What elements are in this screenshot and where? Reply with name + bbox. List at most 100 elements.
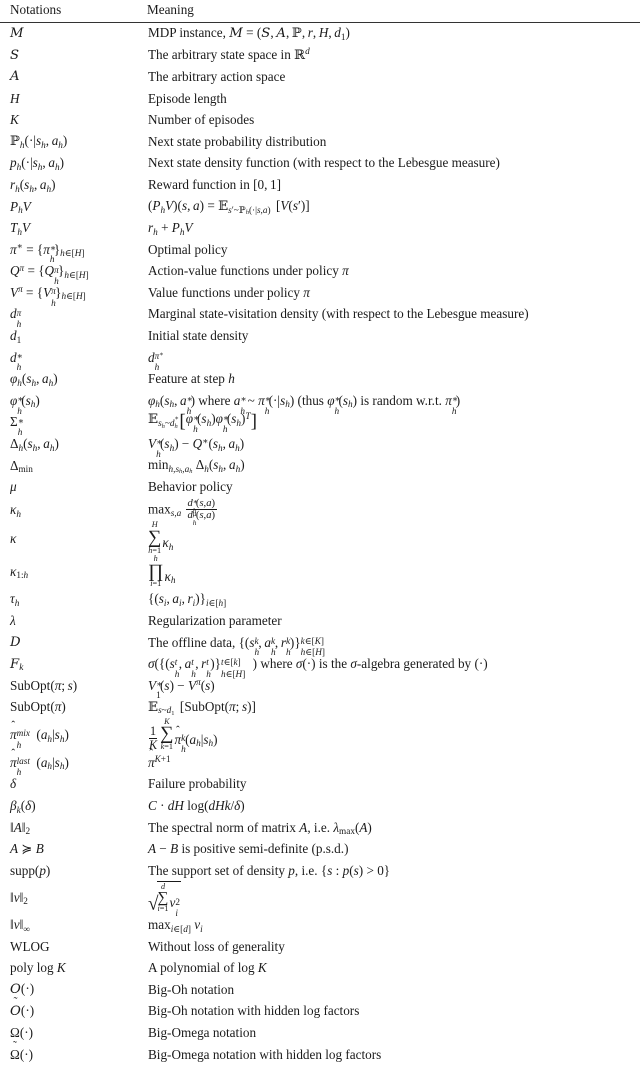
meaning-cell: The arbitrary action space xyxy=(137,66,640,88)
notation-cell: PhV xyxy=(10,198,31,216)
meaning-text: Feature at step xyxy=(148,371,225,387)
meaning-cell: Action-value functions under policy π xyxy=(148,263,349,279)
meaning-cell: {(si, ai, ri)}i∈[h] xyxy=(148,591,227,608)
meaning-cell: The support set of density p, i.e. {s : … xyxy=(148,862,391,878)
table-row: H Episode length xyxy=(0,87,640,109)
table-header-row: Notations Meaning xyxy=(0,0,640,23)
meaning-text: Marginal state-visitation density (with … xyxy=(148,306,529,322)
meaning-cell: The arbitrary state space in ℝd xyxy=(148,46,310,63)
meaning-cell: minh,sh,ah Δh(sh, ah) xyxy=(148,457,245,476)
notation-cell: Qπ = {Q π h}h∈[H] xyxy=(10,262,89,286)
table-row: dπh Marginal state-visitation density (w… xyxy=(0,303,640,330)
table-row: μ Behavior policy xyxy=(0,476,640,498)
table-row: S The arbitrary state space in ℝd xyxy=(0,44,640,66)
meaning-cell: C · dH log(dHk/δ) xyxy=(148,797,245,813)
table-row: A The arbitrary action space xyxy=(0,66,640,88)
meaning-cell: The offline data, {(s k h, akh, r k h)} k∈[K]… xyxy=(148,634,325,658)
meaning-cell: Regularization parameter xyxy=(137,610,640,632)
meaning-cell: A − B is positive semi-definite (p.s.d.) xyxy=(148,841,349,857)
meaning-text: Big-Oh notation with hidden log factors xyxy=(148,1003,360,1019)
meaning-cell: Episode length xyxy=(137,87,640,109)
meaning-cell: maxi∈[d] vi xyxy=(148,916,203,934)
notation-cell: ph(·|sh, ah) xyxy=(10,155,64,172)
notation-cell: κh xyxy=(10,501,21,519)
notation-cell: H xyxy=(10,90,20,106)
meaning-text: Initial state density xyxy=(148,328,249,344)
meaning-cell: Next state probability distribution xyxy=(137,131,640,153)
notation-cell: κ1:h xyxy=(10,563,29,581)
meaning-cell: Marginal state-visitation density (with … xyxy=(137,303,640,325)
notation-cell: K xyxy=(10,112,19,128)
table-row: ‖v‖2 √ d ∑ i=1 v 2 i xyxy=(0,881,640,919)
notation-cell: π∗ = {π ∗ h}h∈[H] xyxy=(10,241,85,265)
table-row: ‖A‖2 The spectral norm of matrix A, i.e.… xyxy=(0,816,640,838)
notation-cell: ‖A‖2 xyxy=(10,819,31,837)
table-row: rh(sh, ah) Reward function in [0, 1] xyxy=(0,174,640,196)
table-row: K Number of episodes xyxy=(0,109,640,131)
notation-cell: κ xyxy=(10,530,17,546)
meaning-cell: The spectral norm of matrix A, i.e. λmax… xyxy=(148,819,372,837)
notation-cell: O(·) xyxy=(10,981,35,998)
table-row: ̂πlasth(ah|sh) ̂πK+1 xyxy=(0,752,640,777)
notation-cell: A ≽ B xyxy=(10,841,44,857)
table-row: ̂πmixh(ah|sh) 1KK∑k=1̂πkh(ah|sh) xyxy=(0,716,640,755)
meaning-cell: Big-Omega notation xyxy=(137,1022,640,1044)
table-row: Δmin minh,sh,ah Δh(sh, ah) xyxy=(0,454,640,476)
meaning-text: Number of episodes xyxy=(148,112,255,128)
notation-cell: μ xyxy=(10,479,17,495)
table-row: ‖v‖∞ maxi∈[d] vi xyxy=(0,914,640,936)
notation-cell: ˜ O(·) xyxy=(10,995,35,1019)
column-header-meaning: Meaning xyxy=(137,0,640,23)
meaning-cell: √ d ∑ i=1 v 2 i xyxy=(148,881,182,919)
meaning-cell: σ({(s t h, ath, r t h)} t∈[k] h∈[H]) where σ(·… xyxy=(148,656,488,679)
meaning-text: Behavior policy xyxy=(148,479,233,495)
notation-cell: ‖v‖2 xyxy=(10,889,28,907)
notation-cell: φ ∗ h (sh) xyxy=(10,392,40,416)
notation-cell: τh xyxy=(10,591,20,608)
notation-cell: dπh xyxy=(10,306,22,330)
meaning-text: Big-Omega notation with hidden log facto… xyxy=(148,1046,382,1062)
table-row: φh(sh, ah) Feature at step h xyxy=(0,368,640,390)
table-row: κ H ∑ h=1 κh xyxy=(0,521,640,555)
meaning-cell: Big-Oh notation with hidden log factors xyxy=(137,1000,640,1022)
table-row: O(·) Big-Oh notation xyxy=(0,979,640,1001)
meaning-text: Regularization parameter xyxy=(148,612,282,628)
meaning-text: MDP instance, xyxy=(148,25,226,41)
meaning-cell: Reward function in [0, 1] xyxy=(148,176,282,192)
table-row: D The offline data, {(s k h, akh, r k h)} k∈[… xyxy=(0,631,640,658)
meaning-cell: 𝔼sh~d ∗ h [φ ∗ h (sh)φ ∗ h (sh)T] xyxy=(148,410,257,435)
meaning-cell: V ∗ 1 (s) − Vπ(s) xyxy=(148,677,215,701)
meaning-cell: 𝔼s~d1 [SubOpt(π; s)] xyxy=(148,698,256,718)
meaning-text: The arbitrary action space xyxy=(148,68,286,84)
table-row: δ Failure probability xyxy=(0,773,640,795)
notation-cell: ˜ Ω(·) xyxy=(10,1039,33,1062)
notation-cell: D xyxy=(10,635,21,651)
meaning-text: The support set of density xyxy=(148,862,285,878)
meaning-cell: Failure probability xyxy=(137,773,640,795)
table-row: κh maxs,a d ∗ h (s,a) d μ h (s,a) xyxy=(0,496,640,528)
table-header: Notations Meaning xyxy=(0,0,640,23)
table-row: Ω(·) Big-Omega notation xyxy=(0,1022,640,1044)
meaning-text: Action-value functions under policy xyxy=(148,263,339,279)
meaning-text: Episode length xyxy=(148,90,227,106)
notation-cell: βk(δ) xyxy=(10,797,36,815)
table-row: d ∗ h d π∗ h xyxy=(0,346,640,372)
notation-table-container: Notations Meaning M MDP instance, M = (S… xyxy=(0,0,640,1061)
meaning-cell: 1KK∑k=1̂πkh(ah|sh) xyxy=(148,716,218,755)
notation-cell: ThV xyxy=(10,220,31,237)
meaning-cell: Value functions under policy π xyxy=(148,284,310,300)
meaning-cell: V ∗ h (sh) − Q∗(sh, ah) xyxy=(148,435,245,459)
notation-cell: poly log K xyxy=(10,960,66,976)
table-row: Vπ = {V π h}h∈[H] Value functions under po… xyxy=(0,282,640,307)
notation-cell: λ xyxy=(10,612,16,628)
meaning-text: A polynomial of xyxy=(148,960,235,976)
table-body: M MDP instance, M = (S, A, ℙ, r, H, d1) … xyxy=(0,22,640,1065)
meaning-text: where xyxy=(260,656,293,672)
meaning-text: where xyxy=(198,392,231,408)
column-header-notations: Notations xyxy=(0,0,137,23)
table-row: SubOpt(π) 𝔼s~d1 [SubOpt(π; s)] xyxy=(0,696,640,718)
meaning-cell: Number of episodes xyxy=(137,109,640,131)
notation-cell: A xyxy=(10,69,20,85)
table-row: φ ∗ h (sh) φh(sh, a ∗ h) where a ∗ h ~ π ∗ h (·|sh… xyxy=(0,390,640,416)
meaning-cell: maxs,a d ∗ h (s,a) d μ h (s,a) xyxy=(148,496,217,528)
